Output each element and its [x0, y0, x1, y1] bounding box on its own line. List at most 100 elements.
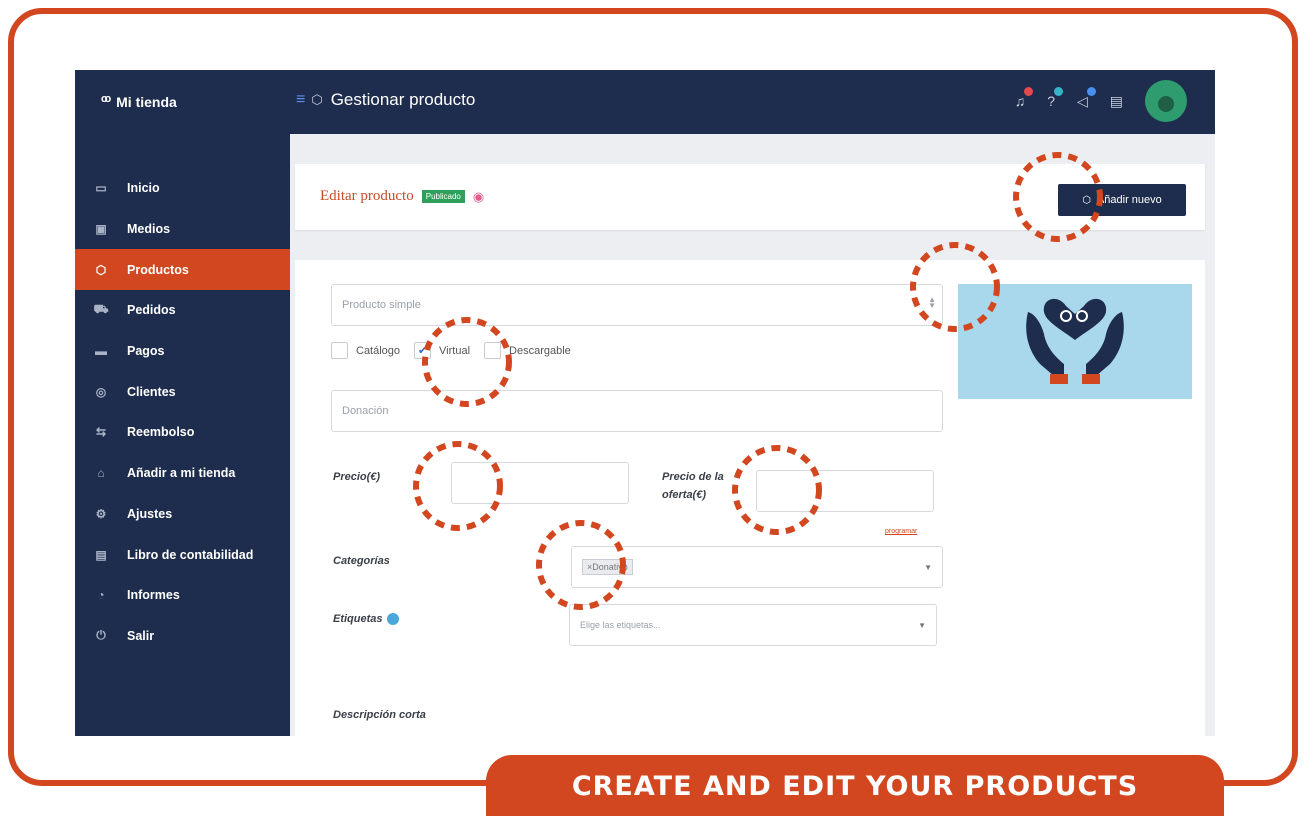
product-type-select[interactable]: Producto simple ▲ ▼	[331, 284, 943, 326]
sidebar-menu: ▭ Inicio ▣ Medios ⬡ Productos ⛟ Pedidos ▬ Pag…	[75, 168, 290, 656]
sidebar-item-label: Libro de contabilidad	[127, 547, 254, 562]
caret-down-icon: ▼	[924, 562, 932, 572]
avatar-head	[1158, 96, 1174, 112]
product-image-preview[interactable]	[958, 284, 1192, 399]
box-icon: ⬡	[95, 262, 107, 277]
sidebar-item-label: Añadir a mi tienda	[127, 466, 236, 481]
sidebar-item-pedidos[interactable]: ⛟ Pedidos	[75, 290, 290, 331]
categories-label: Categorías	[333, 555, 390, 567]
sidebar-item-salir[interactable]: ⏻ Salir	[75, 616, 290, 657]
sidebar-item-anadir-a-mi-tienda[interactable]: ⌂ Añadir a mi tienda	[75, 453, 290, 494]
box-icon: ⬡	[1082, 194, 1091, 206]
status-badge: Publicado	[421, 190, 465, 203]
reports-icon: ◔	[97, 588, 105, 603]
topbar-actions: ♫ ? ◁ ▤	[1015, 80, 1187, 122]
edit-product-heading: Editar producto Publicado ◉	[320, 188, 484, 205]
downloadable-checkbox[interactable]	[484, 342, 502, 359]
sidebar: ᵒᵒ Mi tienda ▭ Inicio ▣ Medios ⬡ Productos …	[75, 70, 290, 736]
store-icon: ⌂	[97, 466, 105, 481]
help-icon[interactable]: ?	[1047, 87, 1063, 109]
offer-price-field[interactable]	[756, 470, 934, 512]
sidebar-item-productos[interactable]: ⬡ Productos	[75, 249, 290, 291]
sidebar-item-libro-de-contabilidad[interactable]: ▤ Libro de contabilidad	[75, 534, 290, 575]
sidebar-item-label: Reembolso	[127, 425, 195, 440]
price-field[interactable]	[451, 462, 629, 504]
caret-down-icon: ▼	[918, 620, 926, 630]
sidebar-item-label: Productos	[127, 262, 189, 277]
schedule-link[interactable]: programar	[885, 528, 917, 535]
page-title: ≡ ⬡ Gestionar producto	[296, 90, 475, 110]
select-arrows-icon: ▲ ▼	[928, 295, 936, 310]
category-chip[interactable]: ×Donativo	[582, 559, 633, 575]
page-title-text: Gestionar producto	[330, 90, 476, 109]
categories-select[interactable]: ×Donativo ▼	[571, 546, 943, 588]
sidebar-item-label: Informes	[127, 588, 180, 603]
sidebar-item-label: Ajustes	[127, 506, 173, 521]
notification-dot	[1086, 86, 1096, 96]
add-new-label: Añadir nuevo	[1096, 194, 1162, 206]
ledger-icon: ▤	[95, 547, 107, 562]
hamburger-icon[interactable]: ≡	[296, 91, 305, 109]
user-icon: ◎	[95, 384, 107, 399]
product-type-placeholder: Producto simple	[342, 299, 421, 311]
offer-price-label: Precio de la oferta(€)	[662, 468, 724, 504]
catalog-label: Catálogo	[356, 344, 401, 357]
sidebar-item-inicio[interactable]: ▭ Inicio	[75, 168, 290, 209]
sidebar-item-label: Clientes	[127, 384, 176, 399]
card-icon: ▬	[95, 344, 107, 359]
product-name-field[interactable]: Donación	[331, 390, 943, 432]
sidebar-item-ajustes[interactable]: ⚙ Ajustes	[75, 494, 290, 535]
infinity-logo-icon: ᵒᵒ	[101, 93, 111, 110]
tags-placeholder: Elige las etiquetas...	[580, 620, 661, 630]
eye-icon[interactable]: ◉	[473, 189, 484, 205]
info-icon[interactable]	[386, 613, 399, 626]
product-name-placeholder: Donación	[342, 405, 389, 417]
sidebar-item-informes[interactable]: ◔ Informes	[75, 575, 290, 616]
catalog-checkbox[interactable]	[331, 342, 348, 359]
product-options: Catálogo ✔ Virtual Descargable	[331, 342, 585, 359]
power-icon: ⏻	[96, 628, 106, 643]
sidebar-item-label: Pedidos	[127, 303, 176, 318]
app-logo[interactable]: ᵒᵒ Mi tienda	[101, 90, 177, 114]
downloadable-label: Descargable	[509, 344, 571, 357]
sidebar-item-label: Medios	[127, 222, 171, 237]
virtual-checkbox[interactable]: ✔	[414, 342, 432, 359]
bell-icon[interactable]: ♫	[1015, 87, 1034, 109]
sidebar-item-label: Inicio	[127, 181, 160, 196]
sidebar-item-label: Pagos	[127, 344, 165, 359]
short-description-label: Descripción corta	[333, 709, 426, 721]
offer-price-label-line2: oferta(€)	[662, 489, 707, 501]
offer-price-label-line1: Precio de la	[662, 471, 724, 483]
sidebar-item-medios[interactable]: ▣ Medios	[75, 209, 290, 250]
box-icon: ⬡	[311, 92, 323, 107]
sidebar-item-reembolso[interactable]: ⇆ Reembolso	[75, 412, 290, 453]
notification-dot	[1053, 87, 1063, 96]
topbar: ≡ ⬡ Gestionar producto ♫ ? ◁ ▤	[290, 70, 1215, 134]
avatar[interactable]	[1145, 80, 1187, 122]
product-form-card: Producto simple ▲ ▼ Catálogo ✔ Virtual De…	[295, 260, 1205, 736]
tags-label-text: Etiquetas	[333, 613, 383, 625]
app-name: Mi tienda	[116, 94, 177, 110]
sidebar-item-label: Salir	[127, 628, 155, 643]
virtual-label: Virtual	[439, 344, 471, 357]
tags-select[interactable]: Elige las etiquetas... ▼	[569, 604, 937, 646]
document-icon[interactable]: ▤	[1110, 93, 1123, 110]
main-content: Editar producto Publicado ◉ ⬡ Añadir nue…	[290, 134, 1215, 736]
hands-heart-icon	[1026, 298, 1124, 384]
monitor-icon: ▭	[95, 181, 107, 196]
image-icon: ▣	[95, 222, 107, 237]
add-new-button[interactable]: ⬡ Añadir nuevo	[1058, 184, 1186, 216]
notification-dot	[1024, 87, 1034, 96]
edit-header-card: Editar producto Publicado ◉ ⬡ Añadir nue…	[295, 164, 1205, 230]
cart-icon: ⛟	[93, 302, 109, 317]
price-label: Precio(€)	[333, 471, 381, 483]
app-window: ᵒᵒ Mi tienda ▭ Inicio ▣ Medios ⬡ Productos …	[75, 70, 1215, 736]
checkmark-icon: ✔	[417, 345, 428, 357]
settings-icon: ⚙	[95, 506, 107, 521]
sidebar-item-clientes[interactable]: ◎ Clientes	[75, 371, 290, 412]
sidebar-item-pagos[interactable]: ▬ Pagos	[75, 331, 290, 372]
tags-label: Etiquetas	[333, 610, 399, 628]
refund-icon: ⇆	[95, 425, 107, 440]
megaphone-icon[interactable]: ◁	[1077, 86, 1096, 110]
edit-product-title: Editar producto	[320, 188, 414, 204]
